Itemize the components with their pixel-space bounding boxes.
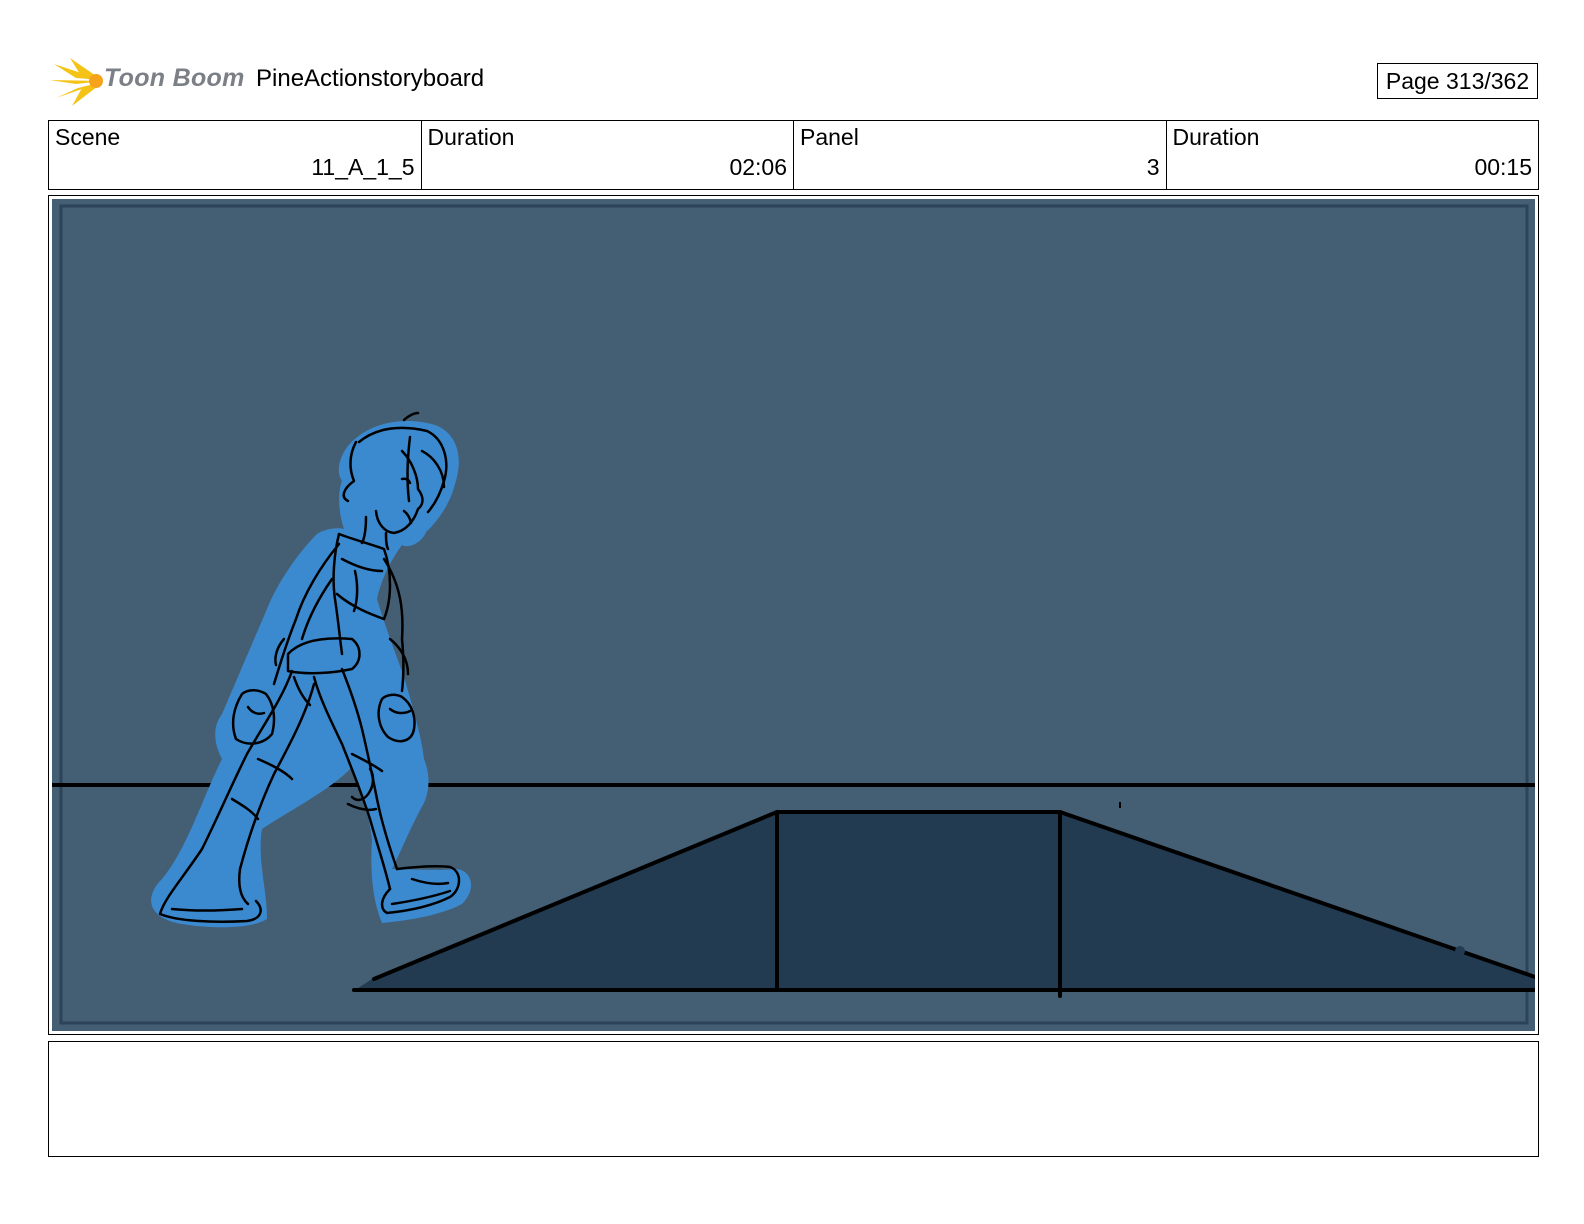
scene-duration-value: 02:06 [729,154,787,180]
scene-duration-label: Duration [427,124,515,150]
panel-label: Panel [800,124,859,150]
storyboard-panel [48,195,1539,1035]
panel-duration-label: Duration [1172,124,1260,150]
panel-notes-box [48,1041,1539,1157]
info-table: Scene 11_A_1_5 Duration 02:06 Panel 3 Du… [48,120,1539,190]
scene-duration-cell: Duration 02:06 [422,121,794,189]
scene-value: 11_A_1_5 [311,154,415,180]
panel-duration-value: 00:15 [1474,154,1532,180]
panel-cell: Panel 3 [794,121,1167,189]
logo-text: Toon Boom [104,64,245,92]
panel-drawing [52,199,1535,1031]
scene-cell: Scene 11_A_1_5 [49,121,422,189]
sketch-dot [1455,946,1465,956]
panel-value: 3 [1146,154,1160,180]
starburst-icon [50,58,103,106]
toon-boom-logo: Toon Boom [50,54,244,108]
panel-duration-cell: Duration 00:15 [1167,121,1539,189]
project-title: PineActionstoryboard [256,65,485,92]
page-indicator: Page 313/362 [1377,63,1538,99]
scene-label: Scene [55,124,121,150]
